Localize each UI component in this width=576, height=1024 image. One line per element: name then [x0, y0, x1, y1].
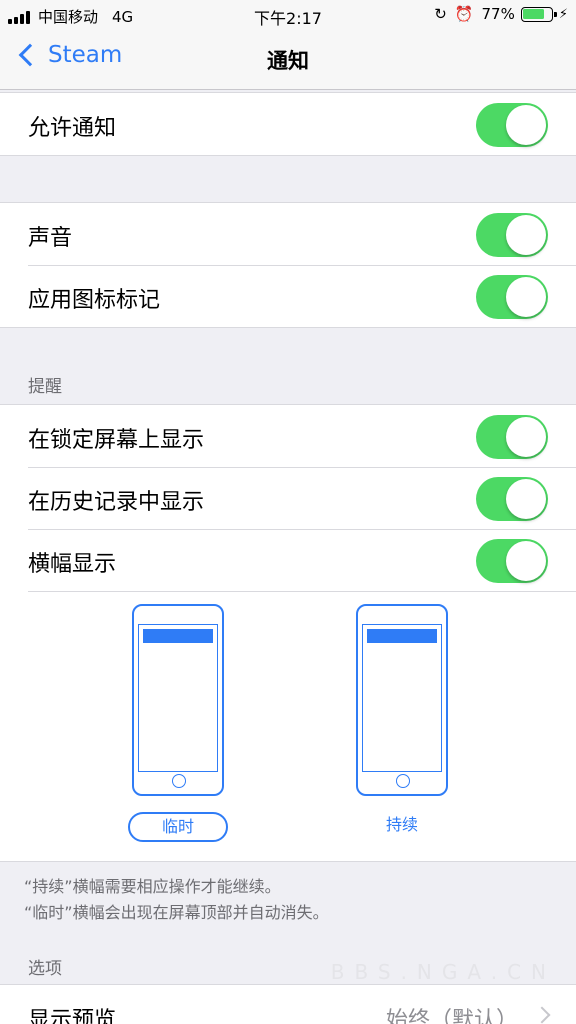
status-bar: 中国移动 4G 下午2:17 ↻ ⏰ 77% ⚡ [0, 0, 576, 30]
temporary-style-option[interactable]: 临时 [128, 812, 228, 842]
banner-footnote: “持续”横幅需要相应操作才能继续。 “临时”横幅会出现在屏幕顶部并自动消失。 [24, 874, 329, 926]
alerts-group: 在锁定屏幕上显示 在历史记录中显示 横幅显示 临时 持续 [0, 404, 576, 862]
lock-screen-row: 在锁定屏幕上显示 [0, 405, 576, 467]
battery-icon [520, 6, 557, 22]
chevron-right-icon [533, 1006, 551, 1024]
show-preview-row[interactable]: 显示预览 始终（默认） [0, 985, 576, 1024]
options-group: 显示预览 始终（默认） [0, 984, 576, 1024]
home-button-icon [172, 774, 186, 788]
banner-preview [367, 629, 437, 643]
allow-notifications-toggle[interactable] [476, 103, 548, 147]
sound-row: 声音 [0, 203, 576, 265]
banner-style-picker: 临时 持续 [28, 591, 576, 861]
footnote-line: “持续”横幅需要相应操作才能继续。 [24, 877, 281, 896]
alerts-header: 提醒 [28, 377, 62, 397]
status-right: ↻ ⏰ 77% ⚡ [434, 5, 568, 23]
allow-group: 允许通知 [0, 92, 576, 156]
show-preview-label: 显示预览 [28, 1008, 117, 1024]
options-header: 选项 [28, 959, 62, 979]
history-label: 在历史记录中显示 [28, 490, 205, 515]
sound-toggle[interactable] [476, 213, 548, 257]
home-button-icon [396, 774, 410, 788]
lock-screen-label: 在锁定屏幕上显示 [28, 428, 205, 453]
page-title: 通知 [267, 49, 309, 73]
battery-percent: 77% [481, 5, 515, 23]
persistent-banner-phone[interactable] [356, 604, 448, 796]
banner-row: 横幅显示 [0, 529, 576, 591]
footnote-line: “临时”横幅会出现在屏幕顶部并自动消失。 [24, 903, 329, 922]
allow-notifications-label: 允许通知 [28, 116, 117, 141]
history-row: 在历史记录中显示 [0, 467, 576, 529]
sound-group: 声音 应用图标标记 [0, 202, 576, 328]
banner-label: 横幅显示 [28, 552, 117, 577]
persistent-style-option[interactable]: 持续 [352, 812, 452, 842]
badge-toggle[interactable] [476, 275, 548, 319]
banner-toggle[interactable] [476, 539, 548, 583]
orientation-lock-icon: ↻ [434, 5, 447, 23]
badge-row: 应用图标标记 [0, 265, 576, 327]
lock-screen-toggle[interactable] [476, 415, 548, 459]
banner-preview [143, 629, 213, 643]
badge-label: 应用图标标记 [28, 288, 161, 313]
sound-label: 声音 [28, 226, 73, 251]
watermark: BBS.NGA.CN [330, 960, 556, 984]
alarm-icon: ⏰ [454, 5, 474, 23]
show-preview-value: 始终（默认） [385, 1008, 518, 1024]
history-toggle[interactable] [476, 477, 548, 521]
charging-bolt-icon: ⚡ [558, 6, 568, 22]
nav-bar: Steam 通知 [0, 30, 576, 90]
temporary-banner-phone[interactable] [132, 604, 224, 796]
allow-notifications-row: 允许通知 [0, 93, 576, 155]
